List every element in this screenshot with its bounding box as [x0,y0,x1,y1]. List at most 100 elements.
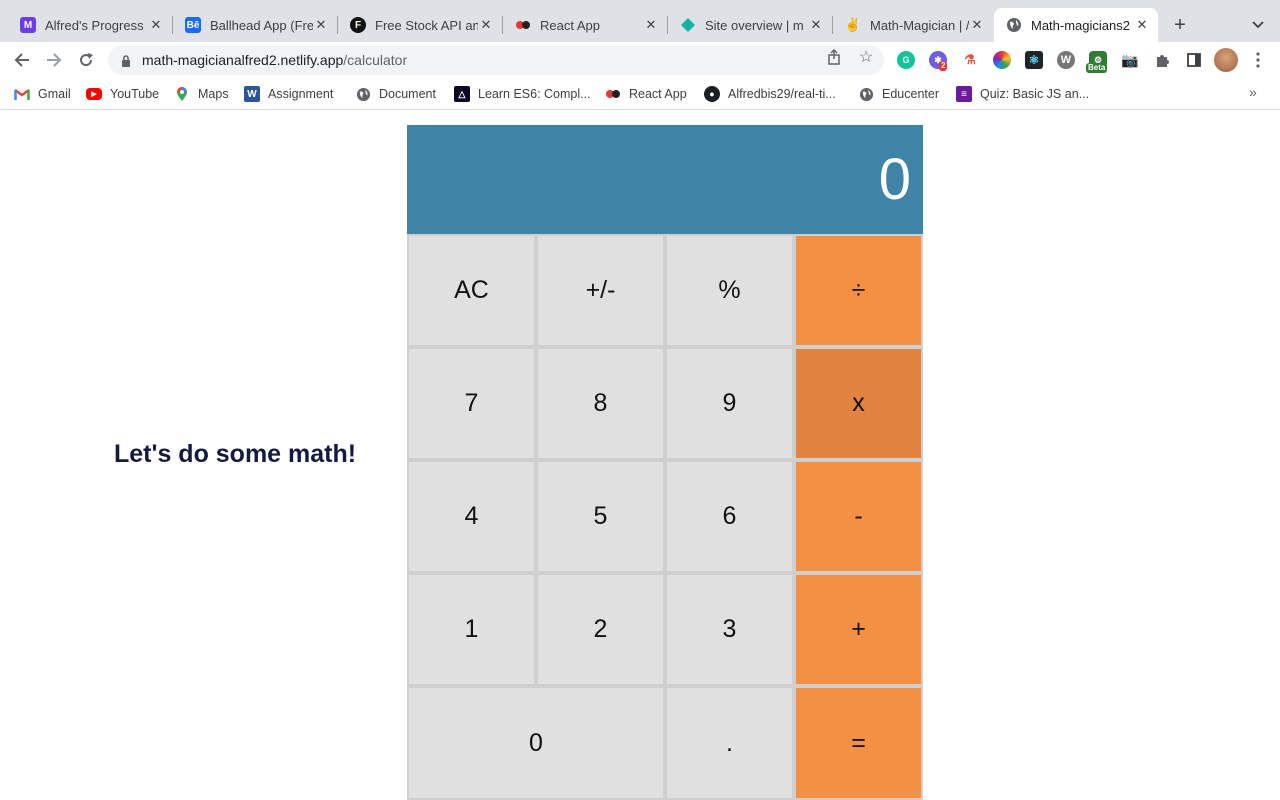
tab-title: React App [540,17,600,33]
browser-toolbar: math-magicianalfred2.netlify.app/calcula… [0,42,1280,78]
behance-icon: Bē [185,17,201,33]
key-divide[interactable]: ÷ [794,234,923,347]
page-heading: Let's do some math! [114,440,357,468]
bookmark-label: Alfredbis29/real-ti... [728,87,836,101]
finnhub-icon: F [350,17,366,33]
tab-free-stock-api[interactable]: F Free Stock API an ✕ [338,8,502,42]
lock-icon[interactable] [120,53,132,67]
bookmarks-bar: Gmail ▶ YouTube Maps W Assignment Docume… [0,78,1280,110]
bookmark-youtube[interactable]: ▶ YouTube [86,85,159,103]
url-path: /calculator [343,52,408,68]
bookmark-assignment[interactable]: W Assignment [244,85,333,103]
bookmarks-overflow-button[interactable]: » [1249,84,1257,100]
tab-title: Math-Magician | / [870,17,969,33]
close-icon[interactable]: ✕ [808,17,824,33]
key-percent[interactable]: % [665,234,794,347]
word-icon: W [244,86,260,102]
extension-icon-with-badge[interactable]: ✱ 2 [929,51,948,71]
key-9[interactable]: 9 [665,347,794,460]
forward-button[interactable] [40,46,68,74]
key-4[interactable]: 4 [407,460,536,573]
reload-icon [80,53,93,67]
key-3[interactable]: 3 [665,573,794,686]
bookmark-quiz[interactable]: ≡ Quiz: Basic JS an... [956,85,1089,103]
react-devtools-icon[interactable]: ⚛ [1025,51,1043,69]
tab-math-magician[interactable]: ✌ Math-Magician | / ✕ [833,8,993,42]
key-2[interactable]: 2 [536,573,665,686]
key-subtract[interactable]: - [794,460,923,573]
chevron-down-icon [1252,21,1264,29]
bookmark-label: React App [629,87,687,101]
tab-ballhead-app[interactable]: Bē Ballhead App (Fre ✕ [173,8,337,42]
bookmark-learn-es6[interactable]: △ Learn ES6: Compl... [454,85,591,103]
key-decimal[interactable]: . [665,686,794,800]
tab-react-app[interactable]: React App ✕ [503,8,667,42]
key-6[interactable]: 6 [665,460,794,573]
camera-icon[interactable]: 📷 [1121,51,1139,69]
close-icon[interactable]: ✕ [969,17,985,33]
tab-math-magicians2[interactable]: Math-magicians2 ✕ [994,8,1158,42]
close-icon[interactable]: ✕ [313,17,329,33]
react-app-icon [605,86,621,102]
calculator-display: 0 [407,125,923,234]
url-host: math-magicianalfred2.netlify.app [142,52,344,68]
profile-avatar[interactable] [1214,48,1238,72]
close-icon[interactable]: ✕ [478,17,494,33]
wordpress-icon[interactable]: W [1057,51,1075,69]
bookmark-react-app[interactable]: React App [605,85,687,103]
url-text: math-magicianalfred2.netlify.app/calcula… [142,52,407,68]
vercel-icon: ✌ [844,17,862,32]
new-tab-button[interactable]: + [1168,13,1192,37]
youtube-icon: ▶ [86,88,102,100]
bookmark-educenter[interactable]: Educenter [858,85,939,103]
bookmark-label: Maps [198,87,229,101]
bookmark-document[interactable]: Document [355,85,436,103]
github-icon: ● [704,86,720,102]
globe-icon [858,86,874,102]
color-picker-icon[interactable] [993,51,1011,69]
bookmark-label: Gmail [38,87,71,101]
close-icon[interactable]: ✕ [643,17,659,33]
arrow-left-icon [14,53,29,67]
back-button[interactable] [8,46,36,74]
network-extension-icon[interactable]: ⚗ [961,51,979,69]
beta-extension-icon[interactable]: ⚙ Beta [1086,51,1108,73]
arrow-right-icon [47,53,62,67]
close-icon[interactable]: ✕ [148,17,164,33]
key-equals[interactable]: = [794,686,923,800]
key-0[interactable]: 0 [407,686,665,800]
quiz-icon: ≡ [956,86,972,102]
reload-button[interactable] [72,46,100,74]
beta-label: Beta [1086,63,1108,73]
address-bar[interactable]: math-magicianalfred2.netlify.app/calcula… [108,45,884,75]
key-add[interactable]: + [794,573,923,686]
bookmark-label: Quiz: Basic JS an... [980,87,1090,101]
key-1[interactable]: 1 [407,573,536,686]
tab-title: Math-magicians2 [1031,17,1130,33]
bookmark-maps[interactable]: Maps [174,85,229,103]
calculator: 0 AC +/- % ÷ 7 8 9 x 4 5 6 - 1 2 3 + 0 .… [407,125,923,800]
key-8[interactable]: 8 [536,347,665,460]
extension-badge: 2 [939,61,948,71]
page-content: Let's do some math! 0 AC +/- % ÷ 7 8 9 x… [0,111,1280,800]
close-icon[interactable]: ✕ [1134,17,1150,33]
puzzle-icon[interactable] [1153,51,1171,69]
bookmark-star-icon[interactable]: ☆ [858,49,874,66]
key-5[interactable]: 5 [536,460,665,573]
more-menu-icon[interactable] [1249,51,1267,69]
share-icon[interactable] [826,49,842,65]
tab-alfreds-progress[interactable]: M Alfred's Progress ✕ [8,8,172,42]
bookmark-gmail[interactable]: Gmail [14,85,71,103]
bookmark-github-repo[interactable]: ● Alfredbis29/real-ti... [704,85,836,103]
key-multiply[interactable]: x [794,347,923,460]
grammarly-icon[interactable]: G [897,51,915,69]
maps-icon [174,86,190,102]
tab-title: Free Stock API an [375,17,478,33]
key-all-clear[interactable]: AC [407,234,536,347]
key-toggle-sign[interactable]: +/- [536,234,665,347]
side-panel-icon[interactable] [1185,51,1203,69]
react-app-icon [515,17,531,33]
tab-site-overview[interactable]: Site overview | m ✕ [668,8,832,42]
tab-search-button[interactable] [1248,15,1268,35]
key-7[interactable]: 7 [407,347,536,460]
